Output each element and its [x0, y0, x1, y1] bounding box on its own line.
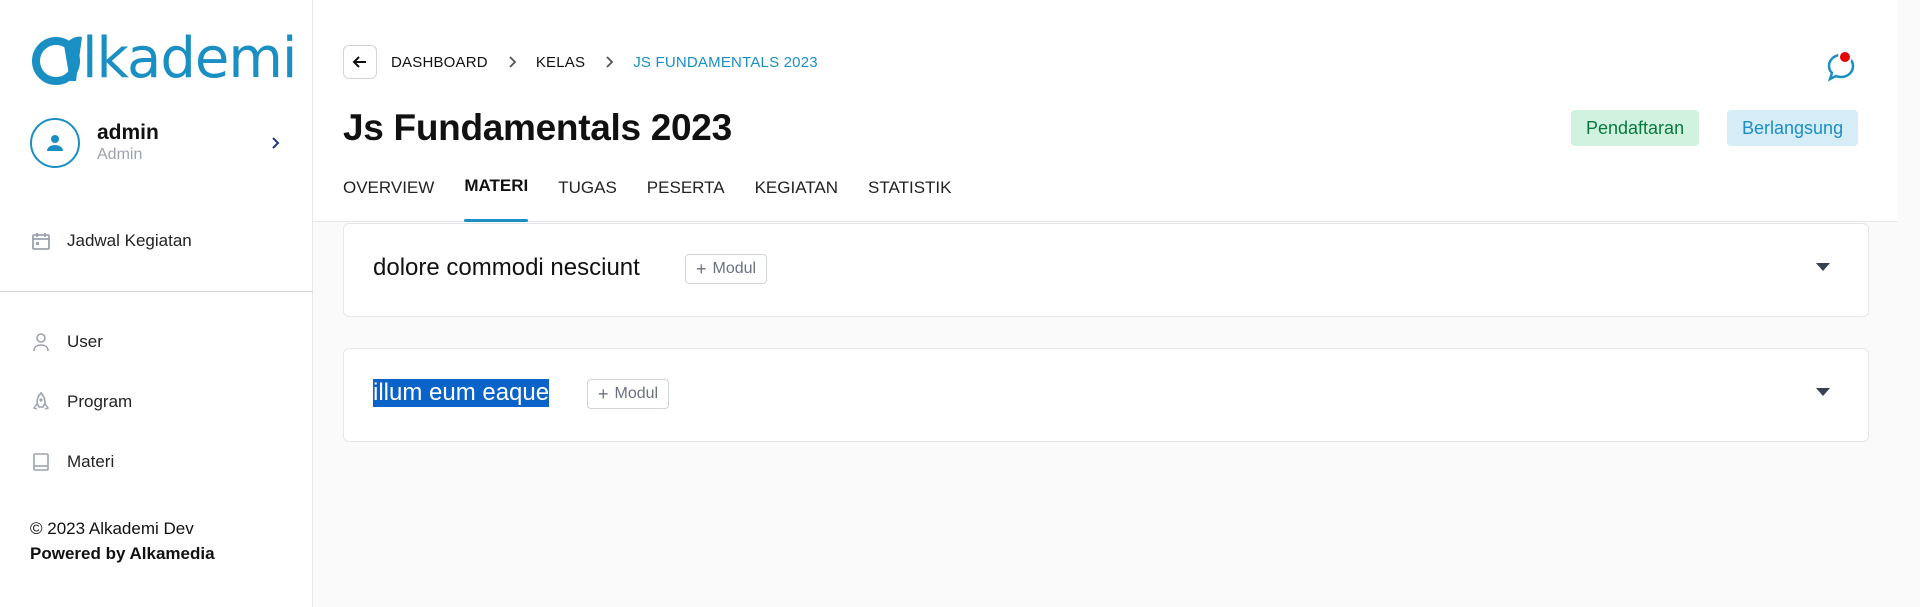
section-card[interactable]: illum eum eaque + Modul [343, 348, 1869, 442]
add-modul-button[interactable]: + Modul [685, 254, 768, 284]
arrow-left-icon [352, 56, 366, 68]
tab-overview[interactable]: OVERVIEW [343, 172, 434, 222]
sidebar-item-program[interactable]: Program [30, 387, 132, 417]
sidebar-item-label: User [67, 332, 103, 351]
user-role: Admin [97, 146, 143, 163]
logo-text: lkademi [82, 26, 297, 91]
tab-statistik[interactable]: STATISTIK [868, 172, 951, 222]
sidebar-divider [0, 291, 313, 292]
tab-kegiatan[interactable]: KEGIATAN [755, 172, 838, 222]
user-icon [30, 331, 52, 353]
page-header: DASHBOARD KELAS JS FUNDAMENTALS 2023 Js … [313, 0, 1898, 222]
calendar-icon [30, 230, 52, 252]
rocket-icon [30, 391, 52, 413]
section-title: dolore commodi nesciunt [373, 254, 640, 281]
breadcrumb: DASHBOARD KELAS JS FUNDAMENTALS 2023 [391, 50, 818, 74]
tab-peserta[interactable]: PESERTA [647, 172, 725, 222]
book-icon [30, 451, 52, 473]
add-modul-label: Modul [614, 385, 659, 402]
sidebar-item-label: Jadwal Kegiatan [67, 231, 192, 250]
powered-by-text: Powered by Alkamedia [30, 544, 215, 563]
sidebar-item-label: Materi [67, 452, 115, 471]
chevron-right-icon [272, 137, 280, 149]
add-modul-label: Modul [712, 260, 757, 277]
sidebar-item-jadwal-kegiatan[interactable]: Jadwal Kegiatan [30, 226, 192, 256]
back-button[interactable] [343, 45, 377, 79]
sidebar-item-label: Program [67, 392, 133, 411]
breadcrumb-current[interactable]: JS FUNDAMENTALS 2023 [633, 54, 818, 71]
sidebar-item-materi[interactable]: Materi [30, 447, 114, 477]
sidebar: lkademi admin Admin Jadwal Kegiatan User [0, 0, 313, 607]
chevron-right-icon [606, 56, 614, 68]
avatar [30, 118, 80, 168]
plus-icon: + [696, 259, 707, 279]
section-title: illum eum eaque [373, 379, 550, 407]
alkademi-logo[interactable]: lkademi [30, 26, 297, 91]
add-modul-button[interactable]: + Modul [587, 379, 670, 409]
section-card[interactable]: dolore commodi nesciunt + Modul [343, 223, 1869, 317]
user-profile[interactable]: admin Admin [30, 118, 286, 168]
caret-down-icon[interactable] [1816, 388, 1830, 396]
user-name: admin [97, 121, 159, 144]
sidebar-item-user[interactable]: User [30, 327, 103, 357]
status-badge-berlangsung: Berlangsung [1727, 110, 1859, 146]
plus-icon: + [598, 384, 609, 404]
status-badge-pendaftaran: Pendaftaran [1571, 110, 1700, 146]
breadcrumb-dashboard[interactable]: DASHBOARD [391, 54, 488, 71]
copyright-text: © 2023 Alkademi Dev [30, 519, 194, 538]
notification-dot [1838, 50, 1852, 64]
tab-materi[interactable]: MATERI [464, 172, 528, 222]
tab-tugas[interactable]: TUGAS [558, 172, 617, 222]
breadcrumb-kelas[interactable]: KELAS [536, 54, 585, 71]
tab-bar: OVERVIEW MATERI TUGAS PESERTA KEGIATAN S… [343, 172, 981, 222]
logo-a-icon [32, 36, 82, 85]
caret-down-icon[interactable] [1816, 263, 1830, 271]
person-icon [47, 135, 63, 151]
sidebar-footer: © 2023 Alkademi Dev Powered by Alkamedia [30, 516, 215, 566]
page-title: Js Fundamentals 2023 [343, 107, 732, 148]
chevron-right-icon [509, 56, 517, 68]
